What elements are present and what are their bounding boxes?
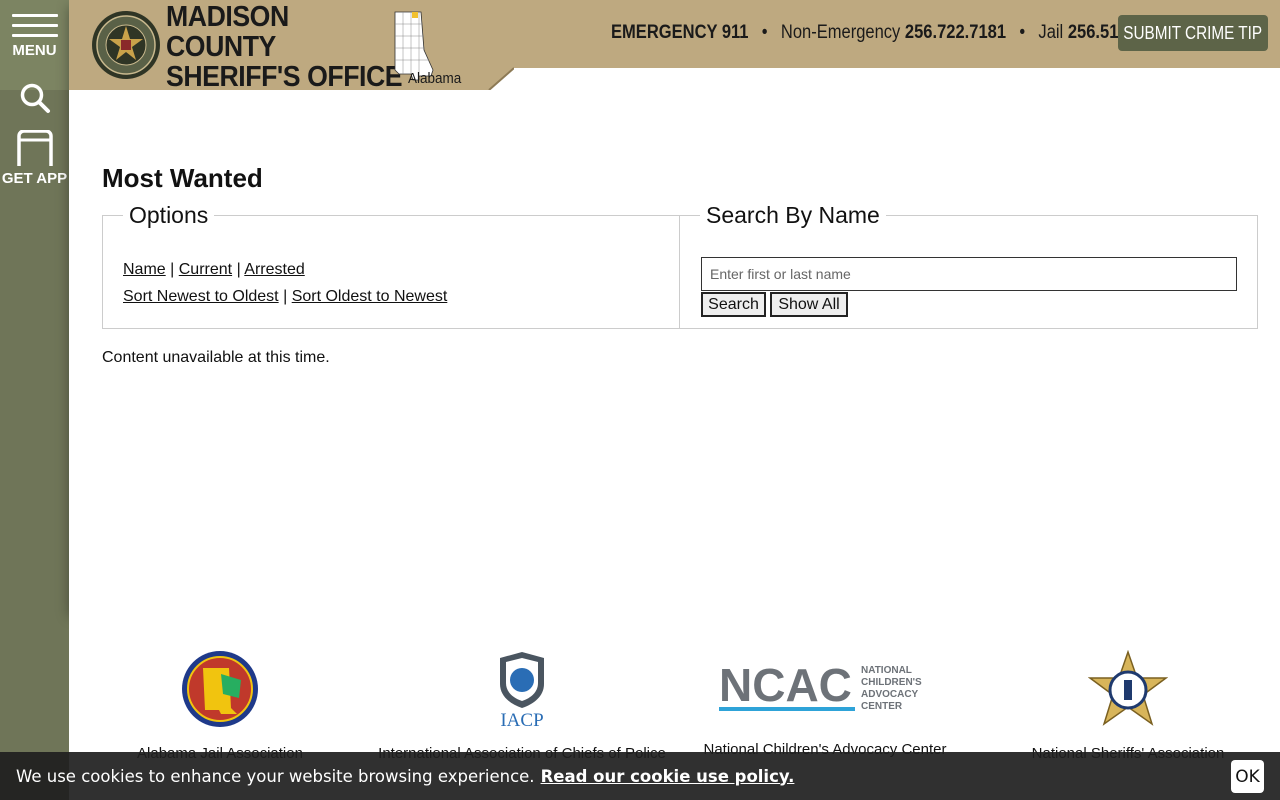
search-legend: Search By Name (706, 202, 880, 228)
brand-line-1: MADISON (166, 1, 289, 33)
side-rail: MENU GET APP (0, 0, 69, 800)
get-app-button[interactable]: GET APP (0, 130, 69, 196)
non-emergency-number[interactable]: 256.722.7181 (905, 22, 1006, 43)
separator-dot: • (1019, 22, 1026, 43)
search-button[interactable] (0, 78, 69, 118)
state-label: Alabama (408, 70, 462, 87)
svg-text:ADVOCACY: ADVOCACY (861, 689, 919, 700)
separator-dot: • (761, 22, 768, 43)
show-all-button[interactable]: Show All (770, 292, 848, 317)
ncac-logo-icon: NCAC NATIONAL CHILDREN'S ADVOCACY CENTER (719, 663, 922, 712)
filter-arrested-link[interactable]: Arrested (244, 261, 304, 278)
search-icon (20, 83, 50, 113)
link-separator: | (283, 288, 288, 305)
submit-crime-tip-button[interactable]: SUBMIT CRIME TIP (1118, 15, 1268, 51)
svg-text:IACP: IACP (500, 710, 543, 728)
menu-label: MENU (12, 42, 57, 59)
page-title: Most Wanted (102, 163, 263, 193)
svg-text:NATIONAL: NATIONAL (861, 665, 912, 676)
cookie-policy-link[interactable]: Read our cookie use policy. (541, 767, 795, 786)
filter-current-link[interactable]: Current (179, 261, 232, 278)
sheriff-seal-icon (92, 11, 160, 79)
content-status-message: Content unavailable at this time. (102, 349, 330, 366)
link-separator: | (236, 261, 241, 278)
options-legend: Options (129, 202, 209, 228)
menu-button[interactable]: MENU (0, 0, 69, 90)
svg-text:NCAC: NCAC (719, 663, 852, 711)
partner-ncac[interactable]: NCAC NATIONAL CHILDREN'S ADVOCACY CENTER… (675, 650, 975, 758)
search-panel: Search By Name Search Show All (679, 202, 1258, 329)
non-emergency-label: Non-Emergency (780, 22, 901, 43)
brand-title: MADISON COUNTY SHERIFF'S OFFICE (166, 1, 403, 93)
filter-name-link[interactable]: Name (123, 261, 166, 278)
cookie-banner: We use cookies to enhance your website b… (0, 752, 1280, 800)
svg-text:CHILDREN'S: CHILDREN'S (861, 677, 922, 688)
get-app-label: GET APP (1, 170, 68, 187)
search-submit-button[interactable]: Search (701, 292, 766, 317)
sort-newest-link[interactable]: Sort Newest to Oldest (123, 288, 279, 305)
main-panel: MADISON COUNTY SHERIFF'S OFFICE Alabama … (69, 0, 1280, 610)
sort-oldest-link[interactable]: Sort Oldest to Newest (292, 288, 448, 305)
svg-text:CENTER: CENTER (861, 701, 903, 712)
link-separator: | (170, 261, 175, 278)
aja-seal-icon (182, 651, 258, 727)
mobile-device-icon (16, 130, 53, 166)
jail-label: Jail (1038, 22, 1064, 43)
iacp-shield-icon: IACP (500, 652, 544, 728)
filter-links: Name | Current | Arrested (123, 261, 305, 279)
partner-aja[interactable]: Alabama Jail Association (70, 650, 370, 762)
name-search-input[interactable] (701, 257, 1237, 291)
cookie-message: We use cookies to enhance your website b… (16, 766, 535, 786)
sort-links: Sort Newest to Oldest | Sort Oldest to N… (123, 288, 447, 306)
brand-line-3: SHERIFF'S OFFICE (166, 61, 403, 93)
brand-line-2: COUNTY (166, 31, 276, 63)
hamburger-icon (11, 14, 58, 44)
emergency-label: EMERGENCY 911 (611, 22, 749, 43)
contact-numbers: EMERGENCY 911 • Non-Emergency 256.722.71… (611, 22, 1169, 44)
submit-crime-tip-label: SUBMIT CRIME TIP (1123, 22, 1263, 43)
nsa-star-icon (1088, 650, 1168, 726)
partner-iacp[interactable]: IACP International Association of Chiefs… (372, 650, 672, 762)
partner-nsa[interactable]: National Sheriffs' Association (978, 650, 1278, 762)
cookie-ok-button[interactable]: OK (1231, 760, 1264, 793)
options-panel: Options Name | Current | Arrested Sort N… (102, 202, 680, 329)
